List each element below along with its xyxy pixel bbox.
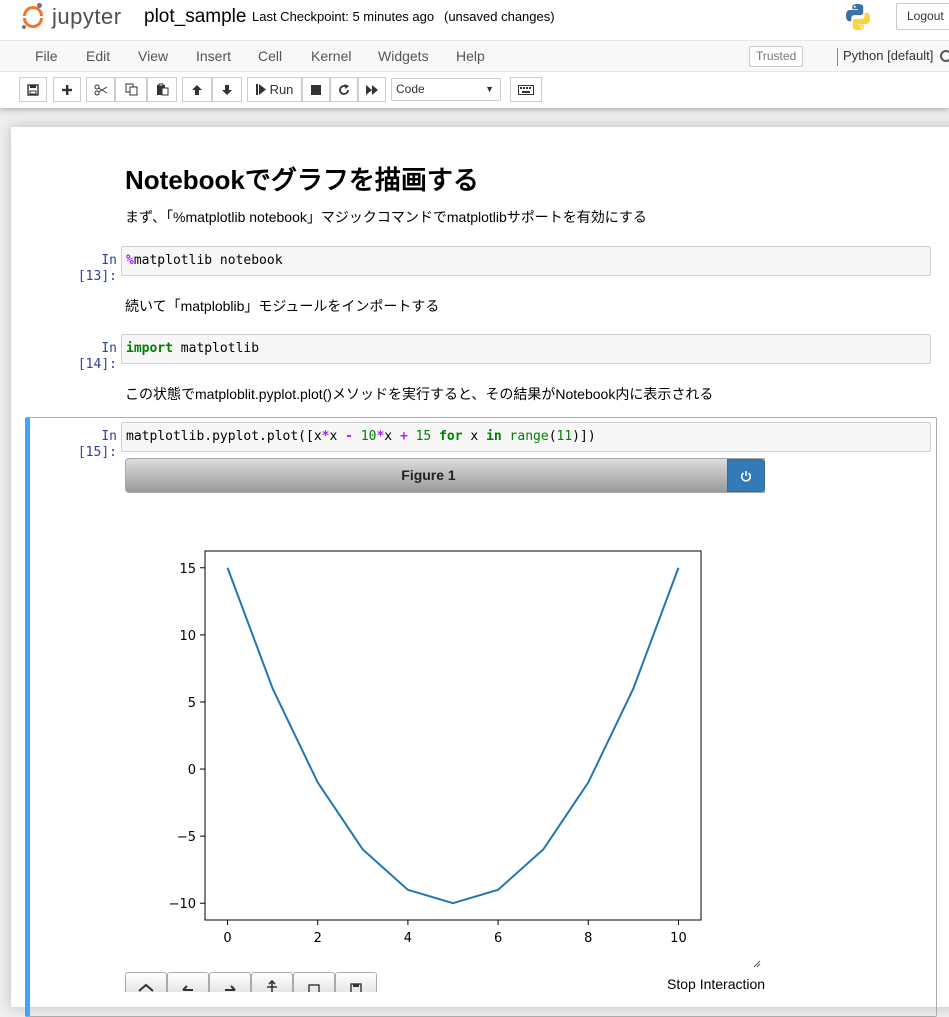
plot-area <box>205 551 701 920</box>
menu-widgets[interactable]: Widgets <box>378 41 429 71</box>
move-arrows-icon <box>264 980 280 992</box>
menu-kernel[interactable]: Kernel <box>311 41 351 71</box>
menu-insert[interactable]: Insert <box>196 41 231 71</box>
cut-button[interactable] <box>86 77 115 102</box>
pan-button[interactable] <box>251 972 293 992</box>
figure-header: Figure 1 <box>125 458 765 493</box>
home-icon <box>138 982 154 992</box>
arrow-right-icon <box>222 982 238 992</box>
insert-cell-button[interactable] <box>53 77 81 102</box>
y-tick-label: −5 <box>177 830 196 845</box>
code-cell-input[interactable]: import matplotlib <box>121 334 931 364</box>
trusted-indicator[interactable]: Trusted <box>749 46 803 67</box>
back-button[interactable] <box>167 972 209 992</box>
home-button[interactable] <box>125 972 167 992</box>
jupyter-logo[interactable]: jupyter <box>22 2 122 32</box>
download-button[interactable] <box>335 972 377 992</box>
checkpoint-status: Last Checkpoint: 5 minutes ago <box>252 9 434 25</box>
restart-run-all-button[interactable] <box>358 77 386 102</box>
menu-edit[interactable]: Edit <box>86 41 110 71</box>
cell-type-select[interactable]: Code ▼ <box>391 78 501 101</box>
toolbar: Run Code ▼ <box>0 72 949 108</box>
resize-grip-icon[interactable] <box>753 960 761 968</box>
interrupt-button[interactable] <box>302 77 330 102</box>
y-tick-label: 10 <box>179 629 196 644</box>
copy-button[interactable] <box>115 77 147 102</box>
menu-help[interactable]: Help <box>456 41 485 71</box>
plus-icon <box>61 84 73 96</box>
x-tick-label: 10 <box>670 931 687 946</box>
kernel-idle-icon <box>940 50 949 62</box>
run-label: Run <box>270 82 294 97</box>
cell-prompt: In [13]: <box>57 253 117 285</box>
stop-icon <box>311 85 321 95</box>
arrow-left-icon <box>180 982 196 992</box>
scissors-icon <box>94 84 108 96</box>
x-tick-label: 0 <box>223 931 231 946</box>
paste-icon <box>156 83 169 96</box>
markdown-paragraph-1: まず、「%matplotlib notebook」マジックコマンドでmatplo… <box>125 208 647 226</box>
y-tick-label: −10 <box>169 897 196 912</box>
zoom-rect-button[interactable] <box>293 972 335 992</box>
save-icon <box>27 84 39 96</box>
x-tick-label: 6 <box>494 931 502 946</box>
y-tick-label: 5 <box>188 696 196 711</box>
notebook-name[interactable]: plot_sample <box>144 4 246 30</box>
cell-prompt: In [15]: <box>57 429 117 461</box>
copy-icon <box>125 83 138 96</box>
y-tick-label: 0 <box>188 763 196 778</box>
jupyter-logo-icon <box>22 3 44 31</box>
kernel-name: Python [default] <box>843 41 933 71</box>
page-title: Notebookでグラフを描画する <box>125 163 479 197</box>
x-tick-label: 8 <box>584 931 592 946</box>
notebook-header: jupyter plot_sample Last Checkpoint: 5 m… <box>0 0 949 108</box>
menu-cell[interactable]: Cell <box>258 41 282 71</box>
cell-type-value: Code <box>396 82 425 96</box>
logout-button[interactable]: Logout <box>896 3 949 30</box>
step-forward-icon <box>256 84 266 95</box>
menu-bar: File Edit View Insert Cell Kernel Widget… <box>0 40 949 72</box>
arrow-up-icon <box>191 84 203 96</box>
zoom-rect-icon <box>307 982 321 992</box>
kernel-separator <box>837 48 838 66</box>
floppy-icon <box>349 982 363 992</box>
menu-file[interactable]: File <box>35 41 58 71</box>
cell-prompt: In [14]: <box>57 341 117 373</box>
code-cell-input[interactable]: matplotlib.pyplot.plot([x*x - 10*x + 15 … <box>121 422 931 452</box>
autosave-status: (unsaved changes) <box>444 9 555 25</box>
x-tick-label: 4 <box>404 931 412 946</box>
markdown-paragraph-2: 続いて「matploblib」モジュールをインポートする <box>125 297 439 315</box>
keyboard-icon <box>518 85 534 95</box>
paste-button[interactable] <box>147 77 177 102</box>
stop-interaction-button[interactable]: Stop Interaction <box>667 976 765 992</box>
figure-close-button[interactable] <box>727 459 765 492</box>
python-logo-icon <box>843 2 873 32</box>
move-down-button[interactable] <box>212 77 242 102</box>
run-button[interactable]: Run <box>247 77 302 102</box>
figure-title: Figure 1 <box>126 459 731 492</box>
markdown-paragraph-3: この状態でmatploblit.pyplot.plot()メソッドを実行すると、… <box>125 385 713 403</box>
refresh-icon <box>338 84 350 96</box>
line-chart[interactable]: 0 2 4 6 8 10 15 10 5 0 −5 −10 <box>125 493 745 953</box>
menu-view[interactable]: View <box>138 41 168 71</box>
command-palette-button[interactable] <box>510 77 542 102</box>
x-tick-label: 2 <box>314 931 322 946</box>
save-button[interactable] <box>19 77 47 102</box>
notebook-page: Notebookでグラフを描画する まず、「%matplotlib notebo… <box>11 127 949 1007</box>
arrow-down-icon <box>221 84 233 96</box>
move-up-button[interactable] <box>182 77 212 102</box>
power-icon <box>740 470 752 482</box>
y-tick-label: 15 <box>179 562 196 577</box>
fast-forward-icon <box>366 85 379 95</box>
code-cell-input[interactable]: %matplotlib notebook <box>121 246 931 276</box>
logo-text: jupyter <box>52 3 122 31</box>
forward-button[interactable] <box>209 972 251 992</box>
restart-button[interactable] <box>330 77 358 102</box>
caret-down-icon: ▼ <box>485 79 494 100</box>
